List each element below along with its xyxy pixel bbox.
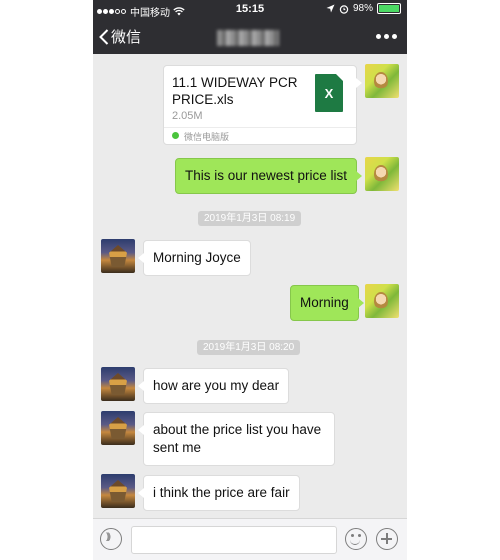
emoji-icon[interactable] (345, 528, 367, 550)
file-message[interactable]: 11.1 WIDEWAY PCR PRICE.xls 2.05M X 微信电脑版 (163, 65, 362, 145)
location-arrow-icon (326, 4, 335, 13)
voice-icon[interactable] (100, 528, 122, 550)
file-size: 2.05M (172, 110, 203, 122)
avatar-contact[interactable] (101, 367, 135, 401)
status-bar: 中国移动 15:15 98% (93, 0, 407, 20)
timestamp-label: 2019年1月3日 08:19 (198, 211, 302, 226)
avatar-contact[interactable] (101, 474, 135, 508)
message-bubble-outgoing[interactable]: This is our newest price list (175, 158, 363, 194)
input-bar (93, 518, 407, 560)
timestamp-label: 2019年1月3日 08:20 (197, 340, 301, 355)
excel-icon-letter: X (324, 86, 334, 101)
message-bubble-incoming[interactable]: i think the price are fair (138, 475, 300, 511)
back-button[interactable]: 微信 (99, 26, 141, 47)
plus-icon[interactable] (376, 528, 398, 550)
message-bubble-incoming[interactable]: Morning Joyce (138, 240, 251, 276)
message-input[interactable] (131, 526, 337, 554)
battery-fill (379, 5, 399, 12)
nav-bar: 微信 (93, 20, 407, 54)
back-label: 微信 (111, 29, 142, 46)
chevron-left-icon (99, 28, 109, 45)
avatar-me[interactable] (365, 64, 399, 98)
chat-title-blurred (217, 30, 279, 46)
phone-screen: 中国移动 15:15 98% 微信 11.1 WIDEWAY PCR PRICE… (93, 0, 407, 560)
avatar-me[interactable] (365, 157, 399, 191)
status-right: 98% (326, 3, 401, 14)
excel-file-icon: X (315, 74, 343, 112)
message-bubble-incoming[interactable]: how are you my dear (137, 368, 290, 404)
avatar-me[interactable] (365, 284, 399, 318)
message-bubble-incoming[interactable]: about the price list you have sent me (138, 412, 335, 466)
file-footer: 微信电脑版 (164, 127, 356, 144)
file-name: 11.1 WIDEWAY PCR PRICE.xls (172, 75, 298, 107)
battery-icon (377, 3, 401, 14)
battery-percent: 98% (352, 3, 373, 14)
more-dots-icon[interactable] (376, 30, 397, 43)
file-source-label: 微信电脑版 (184, 132, 230, 142)
alarm-icon (339, 4, 349, 14)
message-bubble-outgoing[interactable]: Morning (290, 285, 364, 321)
wechat-pc-icon (172, 132, 179, 139)
avatar-contact[interactable] (101, 411, 135, 445)
avatar-contact[interactable] (101, 239, 135, 273)
